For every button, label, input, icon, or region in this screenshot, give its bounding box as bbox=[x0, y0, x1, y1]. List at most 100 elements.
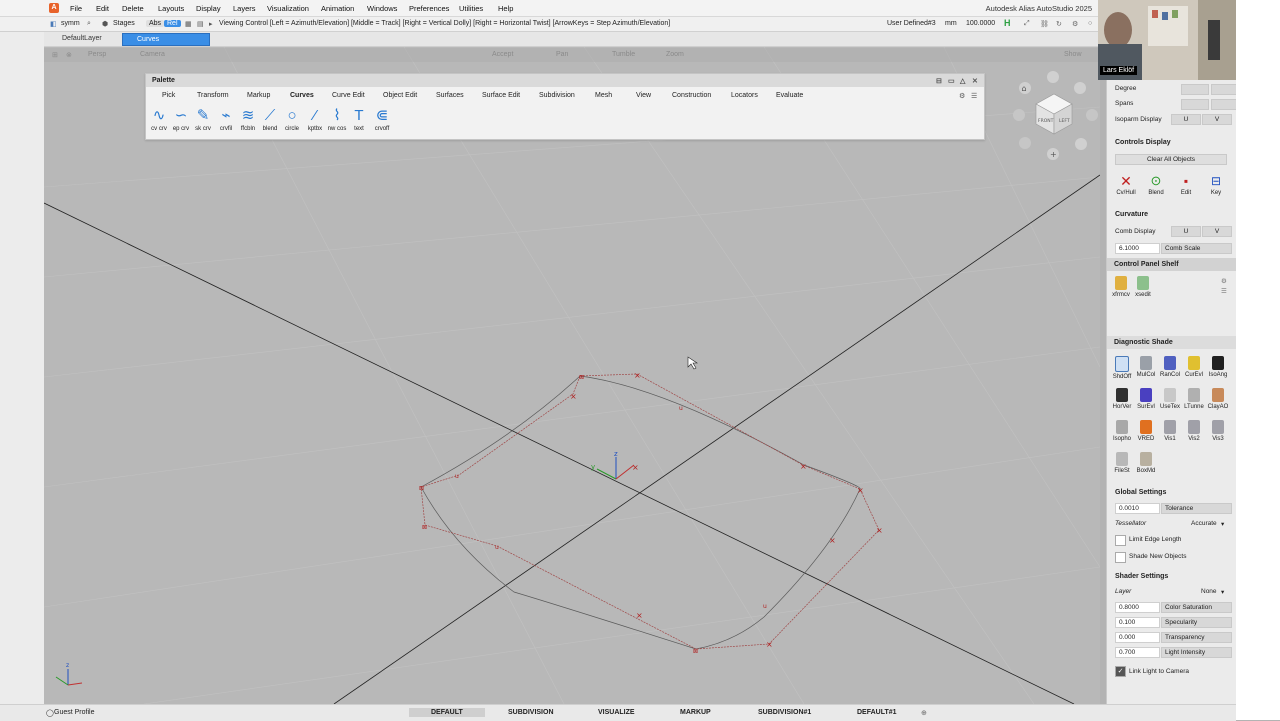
alias-logo-icon[interactable]: A bbox=[49, 3, 59, 13]
spans-field[interactable] bbox=[1181, 99, 1209, 110]
palette-pin-icon[interactable]: ⊟ bbox=[936, 77, 942, 85]
palette-min-icon[interactable]: △ bbox=[960, 77, 965, 85]
clear-all-objects-button[interactable]: Clear All Objects bbox=[1115, 154, 1227, 165]
comb-scale-input[interactable]: 6.1000 bbox=[1115, 243, 1160, 254]
tessellator-select[interactable]: Accurate bbox=[1191, 520, 1217, 527]
abs-button[interactable]: Abs bbox=[146, 20, 165, 27]
diag-usetex[interactable]: UseTex bbox=[1159, 388, 1181, 410]
play-icon[interactable]: ▸ bbox=[209, 20, 213, 28]
tab-markup[interactable]: Markup bbox=[247, 92, 270, 99]
comb-v-button[interactable]: V bbox=[1202, 226, 1232, 237]
degree-field-v[interactable] bbox=[1211, 84, 1239, 95]
palette-list-icon[interactable]: ☰ bbox=[971, 92, 977, 100]
tab-markup[interactable]: MARKUP bbox=[680, 709, 711, 716]
diag-rancol[interactable]: RanCol bbox=[1159, 356, 1181, 378]
tab-locators[interactable]: Locators bbox=[731, 92, 758, 99]
chevron-down-icon[interactable]: ▾ bbox=[1221, 588, 1224, 596]
tab-default-1[interactable]: DEFAULT#1 bbox=[857, 709, 897, 716]
menu-file[interactable]: File bbox=[70, 4, 82, 13]
tool-nw-cos[interactable]: ⌇ nw cos bbox=[326, 106, 348, 132]
stages-icon[interactable]: ⬢ bbox=[102, 20, 108, 28]
tool-crvfil[interactable]: ⌁ crvfil bbox=[215, 106, 237, 132]
rotate-left-icon[interactable] bbox=[1013, 109, 1025, 121]
comb-u-button[interactable]: U bbox=[1171, 226, 1201, 237]
shelf-settings-icon[interactable]: ⚙ bbox=[1221, 277, 1227, 285]
tool-crvoff[interactable]: ⋐ crvoff bbox=[371, 106, 393, 132]
show-button[interactable]: Show bbox=[1064, 51, 1082, 58]
scale-value[interactable]: 100.0000 bbox=[966, 20, 995, 27]
circle-icon[interactable]: ○ bbox=[1088, 20, 1092, 27]
rotate-right-icon[interactable] bbox=[1086, 109, 1098, 121]
vp-menu-icon[interactable]: ⊞ bbox=[52, 51, 58, 59]
tool-kptbx[interactable]: ⁄ kptbx bbox=[304, 106, 326, 132]
diag-boxmd[interactable]: BoxMd bbox=[1135, 452, 1157, 474]
global-settings-header[interactable]: Global Settings bbox=[1107, 486, 1237, 499]
view-cube[interactable]: FRONT LEFT bbox=[1035, 93, 1073, 135]
menu-windows[interactable]: Windows bbox=[367, 4, 397, 13]
menu-visualization[interactable]: Visualization bbox=[267, 4, 309, 13]
diag-ltunne[interactable]: LTunne bbox=[1183, 388, 1205, 410]
diag-clayao[interactable]: ClayAO bbox=[1207, 388, 1229, 410]
add-tab-icon[interactable]: ⊕ bbox=[921, 709, 927, 717]
persp-label[interactable]: Persp bbox=[88, 51, 106, 58]
menu-edit[interactable]: Edit bbox=[96, 4, 109, 13]
diag-vred[interactable]: VRED bbox=[1135, 420, 1157, 442]
diag-vis2[interactable]: Vis2 bbox=[1183, 420, 1205, 442]
bookmark-icon[interactable] bbox=[1074, 82, 1086, 94]
chevron-down-icon[interactable]: ▾ bbox=[1221, 520, 1224, 528]
viewport-3d[interactable]: × × × × × × × × × ⊠ ⊠ ⊠ ⊠ u u u u z y z bbox=[44, 47, 1100, 704]
shelf-menu-icon[interactable]: ☰ bbox=[1221, 287, 1227, 295]
tool-ep-crv[interactable]: ∽ ep crv bbox=[170, 106, 192, 132]
diag-mulcol[interactable]: MulCol bbox=[1135, 356, 1157, 378]
diag-horver[interactable]: HorVer bbox=[1111, 388, 1133, 410]
layer-select[interactable]: None bbox=[1201, 588, 1217, 595]
menu-layers[interactable]: Layers bbox=[233, 4, 256, 13]
diag-vis1[interactable]: Vis1 bbox=[1159, 420, 1181, 442]
layer-curves[interactable]: Curves bbox=[122, 33, 210, 46]
link-icon[interactable]: ⛓ bbox=[1040, 20, 1049, 28]
diag-vis3[interactable]: Vis3 bbox=[1207, 420, 1229, 442]
diag-isoang[interactable]: IsoAng bbox=[1207, 356, 1229, 378]
tab-construction[interactable]: Construction bbox=[672, 92, 711, 99]
tool-circle[interactable]: ○ circle bbox=[281, 106, 303, 132]
isoparm-u-button[interactable]: U bbox=[1171, 114, 1201, 125]
menu-utilities[interactable]: Utilities bbox=[459, 4, 483, 13]
settings-icon[interactable] bbox=[1075, 138, 1087, 150]
color-saturation-input[interactable]: 0.8000 bbox=[1115, 602, 1160, 613]
transparency-input[interactable]: 0.000 bbox=[1115, 632, 1160, 643]
shade-new-checkbox[interactable] bbox=[1115, 552, 1126, 563]
tab-default[interactable]: DEFAULT bbox=[409, 708, 485, 717]
controls-display-header[interactable]: Controls Display bbox=[1107, 136, 1237, 149]
tumble-button[interactable]: Tumble bbox=[612, 51, 635, 58]
doc-icon[interactable]: ▤ bbox=[197, 20, 204, 28]
tab-surface-edit[interactable]: Surface Edit bbox=[482, 92, 520, 99]
edit-toggle[interactable]: ▪ Edit bbox=[1175, 174, 1197, 196]
diag-filest[interactable]: FileSt bbox=[1111, 452, 1133, 474]
menu-preferences[interactable]: Preferences bbox=[409, 4, 449, 13]
degree-field[interactable] bbox=[1181, 84, 1209, 95]
tab-surfaces[interactable]: Surfaces bbox=[436, 92, 464, 99]
symm-icon[interactable]: ◧ bbox=[50, 20, 57, 28]
key-toggle[interactable]: ⊟ Key bbox=[1205, 174, 1227, 196]
refresh-icon[interactable]: ↻ bbox=[1056, 20, 1062, 28]
tab-subdivision[interactable]: Subdivision bbox=[539, 92, 575, 99]
diag-curevl[interactable]: CurEvl bbox=[1183, 356, 1205, 378]
tab-mesh[interactable]: Mesh bbox=[595, 92, 612, 99]
layer-default[interactable]: DefaultLayer bbox=[52, 32, 130, 46]
tab-subdivision[interactable]: SUBDIVISION bbox=[508, 709, 554, 716]
pan-button[interactable]: Pan bbox=[556, 51, 568, 58]
spans-field-v[interactable] bbox=[1211, 99, 1239, 110]
grid-icon[interactable]: ▦ bbox=[185, 20, 192, 28]
limit-edge-checkbox[interactable] bbox=[1115, 535, 1126, 546]
blend-toggle[interactable]: ⊙ Blend bbox=[1145, 174, 1167, 197]
menu-animation[interactable]: Animation bbox=[321, 4, 354, 13]
palette-close-icon[interactable]: ✕ bbox=[972, 77, 978, 85]
diagnostic-shade-header[interactable]: Diagnostic Shade bbox=[1107, 336, 1237, 349]
pin-icon[interactable] bbox=[1047, 71, 1059, 83]
diag-surevl[interactable]: SurEvl bbox=[1135, 388, 1157, 410]
back-icon[interactable] bbox=[1019, 137, 1031, 149]
tab-visualize[interactable]: VISUALIZE bbox=[598, 709, 635, 716]
diag-shdoff[interactable]: ShdOff bbox=[1111, 356, 1133, 380]
tab-subdivision-1[interactable]: SUBDIVISION#1 bbox=[758, 709, 811, 716]
settings-icon[interactable]: ⚙ bbox=[1072, 20, 1078, 28]
